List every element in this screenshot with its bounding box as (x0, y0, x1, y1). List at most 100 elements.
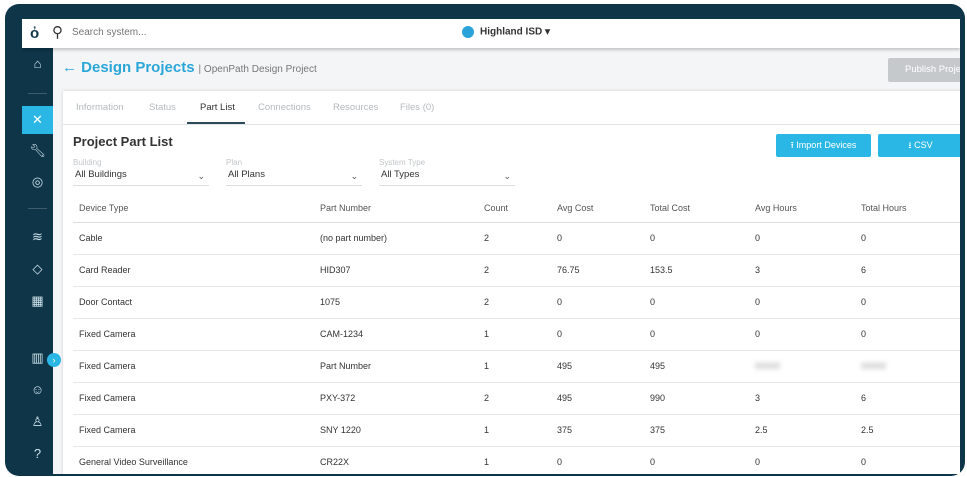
column-header[interactable]: Total Cost (644, 195, 749, 223)
tab-status[interactable]: Status (149, 102, 176, 113)
plan-filter[interactable]: Plan All Plans ⌄ (226, 158, 362, 186)
table-cell: 0 (855, 286, 960, 319)
tab-information[interactable]: Information (76, 102, 124, 113)
table-cell: 0 (749, 446, 855, 474)
column-header[interactable]: Avg Hours (749, 195, 855, 223)
part-list-table: Device Type Part Number Count Avg Cost Total… (73, 195, 960, 474)
app-screen: ὀ ⚲ Highland ISD ▾ ⌂ ✕ 🔧︎ ◎ ≋ ◇ ▦ ▥ ☺ ♙ … (22, 19, 960, 474)
table-cell: 00000 (749, 350, 855, 383)
table-row[interactable]: Fixed Camera PXY-372 2 495 990 3 6 (73, 382, 960, 415)
column-header[interactable]: Count (478, 195, 551, 223)
table-cell: 0 (749, 318, 855, 351)
table-cell: 1 (478, 414, 551, 447)
filter-value: All Plans (228, 169, 265, 180)
table-cell: 495 (551, 350, 644, 383)
filter-value: All Types (381, 169, 420, 180)
table-cell: Fixed Camera (73, 414, 314, 447)
column-header[interactable]: Part Number (314, 195, 478, 223)
table-row[interactable]: Door Contact 1075 2 0 0 0 0 (73, 286, 960, 319)
design-tools-icon[interactable]: ✕ (22, 106, 53, 134)
table-cell: 495 (551, 382, 644, 415)
table-row[interactable]: Fixed Camera Part Number 1 495 495 00000 00000 (73, 350, 960, 383)
table-cell: 990 (644, 382, 749, 415)
table-cell: 0 (644, 286, 749, 319)
page-title: Project Part List (73, 134, 173, 149)
column-header[interactable]: Total Hours (855, 195, 960, 223)
table-row[interactable]: Cable (no part number) 2 0 0 0 0 (73, 222, 960, 255)
table-cell: Door Contact (73, 286, 314, 319)
table-header: Device Type Part Number Count Avg Cost Total… (73, 195, 960, 223)
table-row[interactable]: Card Reader HID307 2 76.75 153.5 3 6 (73, 254, 960, 287)
table-cell: 2.5 (855, 414, 960, 447)
table-cell: 2 (478, 382, 551, 415)
home-icon[interactable]: ⌂ (22, 50, 53, 78)
wrench-icon[interactable]: 🔧︎ (22, 137, 53, 165)
table-cell: 1 (478, 446, 551, 474)
table-cell: 0 (551, 286, 644, 319)
csv-download-button[interactable]: ⭳ CSV (878, 134, 960, 157)
table-cell: 375 (551, 414, 644, 447)
publish-project-button[interactable]: Publish Project (888, 58, 960, 82)
divider (28, 93, 47, 94)
table-cell: Card Reader (73, 254, 314, 287)
table-cell: 153.5 (644, 254, 749, 287)
tab-resources[interactable]: Resources (333, 102, 378, 113)
top-bar: ὀ ⚲ Highland ISD ▾ (22, 19, 960, 48)
help-icon[interactable]: ? (22, 440, 53, 468)
table-cell: 6 (855, 254, 960, 287)
buildings-icon[interactable]: ▦ (22, 287, 53, 315)
org-selector[interactable]: Highland ISD ▾ (462, 26, 550, 38)
table-cell: 0 (551, 446, 644, 474)
table-cell: 1075 (314, 286, 478, 319)
table-cell: 375 (644, 414, 749, 447)
table-cell: 0 (855, 446, 960, 474)
filter-label: Building (73, 158, 102, 167)
table-cell: 0 (749, 222, 855, 255)
table-cell: 00000 (855, 350, 960, 383)
table-cell: 0 (644, 446, 749, 474)
tab-connections[interactable]: Connections (258, 102, 311, 113)
table-cell: 76.75 (551, 254, 644, 287)
table-cell: 3 (749, 254, 855, 287)
table-cell: Part Number (314, 350, 478, 383)
table-cell: Fixed Camera (73, 350, 314, 383)
table-row[interactable]: Fixed Camera SNY 1220 1 375 375 2.5 2.5 (73, 414, 960, 447)
table-cell: 0 (551, 318, 644, 351)
table-row[interactable]: Fixed Camera CAM-1234 1 0 0 0 0 (73, 318, 960, 351)
tag-icon[interactable]: ◇ (22, 255, 53, 283)
logo-icon: ὀ (30, 25, 40, 42)
table-cell: 6 (855, 382, 960, 415)
project-name: | OpenPath Design Project (198, 64, 317, 75)
active-tab-indicator (187, 122, 245, 124)
column-header[interactable]: Avg Cost (551, 195, 644, 223)
location-pin-icon[interactable]: ◎ (22, 168, 53, 196)
table-cell: 495 (644, 350, 749, 383)
globe-icon (462, 26, 474, 38)
table-cell: 1 (478, 350, 551, 383)
table-cell: 2.5 (749, 414, 855, 447)
import-devices-button[interactable]: ⭱ Import Devices (776, 134, 871, 157)
table-cell: PXY-372 (314, 382, 478, 415)
tab-files[interactable]: Files (0) (400, 102, 434, 113)
column-header[interactable]: Device Type (73, 195, 314, 223)
tab-part-list[interactable]: Part List (200, 102, 235, 113)
table-row[interactable]: General Video Surveillance CR22X 1 0 0 0 0 (73, 446, 960, 474)
table-cell: (no part number) (314, 222, 478, 255)
table-cell: 2 (478, 222, 551, 255)
expand-sidebar-button[interactable]: › (47, 353, 61, 367)
breadcrumb: ← Design Projects | OpenPath Design Proje… (62, 59, 317, 76)
system-type-filter[interactable]: System Type All Types ⌄ (379, 158, 515, 186)
table-cell: 0 (644, 222, 749, 255)
users-icon[interactable]: ☺ (22, 376, 53, 404)
divider (28, 208, 47, 209)
back-to-design-projects-link[interactable]: ← Design Projects (62, 59, 195, 76)
table-cell: HID307 (314, 254, 478, 287)
building-filter[interactable]: Building All Buildings ⌄ (73, 158, 209, 186)
layers-icon[interactable]: ≋ (22, 223, 53, 251)
search-input[interactable] (72, 27, 272, 38)
badge-icon[interactable]: ♙ (22, 408, 53, 436)
table-cell: Fixed Camera (73, 382, 314, 415)
filter-value: All Buildings (75, 169, 127, 180)
chevron-down-icon: ⌄ (503, 171, 511, 181)
chevron-down-icon: ⌄ (197, 171, 205, 181)
